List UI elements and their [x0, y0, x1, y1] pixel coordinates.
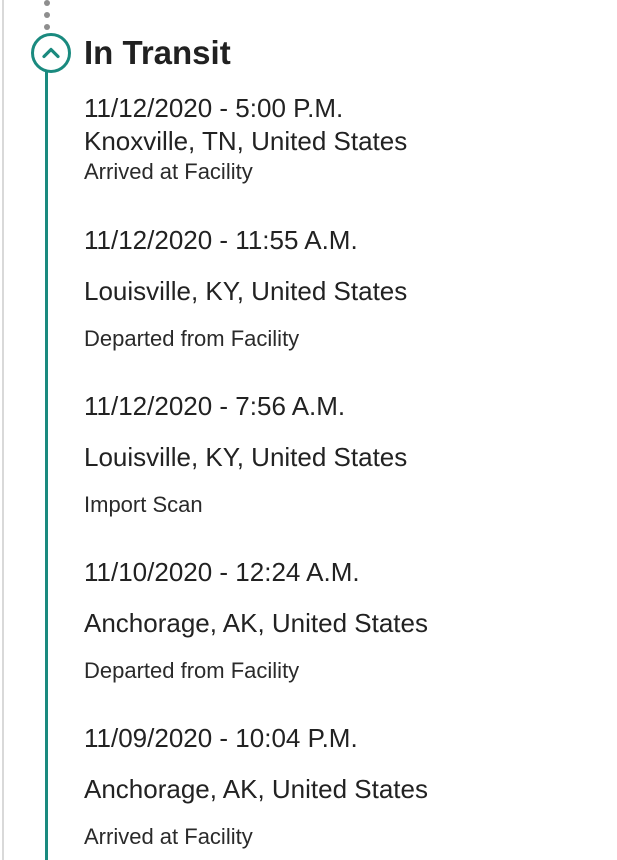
- event-location: Louisville, KY, United States: [84, 442, 408, 472]
- timeline-dots: [44, 0, 50, 34]
- status-title: In Transit: [84, 34, 231, 71]
- event-list: 11/12/2020 - 5:00 P.M. Knoxville, TN, Un…: [84, 93, 604, 860]
- event-description: Arrived at Facility: [84, 824, 253, 849]
- event-item: 11/12/2020 - 11:55 A.M. Louisville, KY, …: [84, 225, 604, 391]
- chevron-up-icon: [42, 47, 60, 59]
- event-datetime: 11/12/2020 - 7:56 A.M.: [84, 391, 346, 421]
- event-item: 11/12/2020 - 7:56 A.M. Louisville, KY, U…: [84, 391, 604, 557]
- event-datetime: 11/12/2020 - 5:00 P.M.: [84, 93, 344, 123]
- timeline-dot: [44, 0, 50, 6]
- timeline-line: [45, 72, 48, 860]
- event-description: Import Scan: [84, 492, 203, 517]
- collapse-toggle-button[interactable]: [31, 33, 71, 73]
- event-location: Anchorage, AK, United States: [84, 774, 428, 804]
- panel-border: [2, 0, 4, 860]
- event-item: 11/12/2020 - 5:00 P.M. Knoxville, TN, Un…: [84, 93, 604, 225]
- event-item: 11/10/2020 - 12:24 A.M. Anchorage, AK, U…: [84, 557, 604, 723]
- event-datetime: 11/12/2020 - 11:55 A.M.: [84, 225, 358, 255]
- event-description: Departed from Facility: [84, 326, 300, 351]
- event-location: Louisville, KY, United States: [84, 276, 408, 306]
- timeline-dot: [44, 12, 50, 18]
- event-description: Departed from Facility: [84, 658, 300, 683]
- event-location: Knoxville, TN, United States: [84, 126, 408, 156]
- event-datetime: 11/10/2020 - 12:24 A.M.: [84, 557, 360, 587]
- event-location: Anchorage, AK, United States: [84, 608, 428, 638]
- event-item: 11/09/2020 - 10:04 P.M. Anchorage, AK, U…: [84, 723, 604, 860]
- tracking-timeline: In Transit 11/12/2020 - 5:00 P.M. Knoxvi…: [0, 0, 617, 860]
- timeline-dot: [44, 24, 50, 30]
- event-description: Arrived at Facility: [84, 159, 253, 184]
- event-datetime: 11/09/2020 - 10:04 P.M.: [84, 723, 358, 753]
